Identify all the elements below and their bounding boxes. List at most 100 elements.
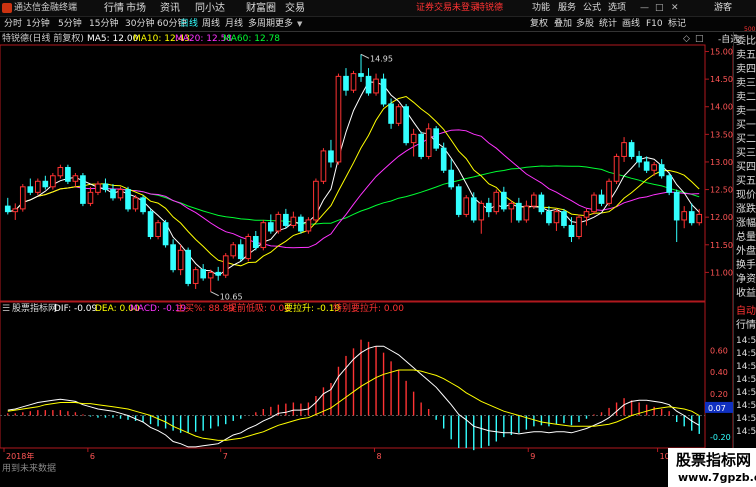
- candle-body[interactable]: [305, 219, 312, 232]
- candle-body[interactable]: [245, 236, 252, 260]
- candle-body[interactable]: [546, 211, 552, 224]
- candle-body[interactable]: [455, 186, 462, 215]
- sidebar-item[interactable]: 收益: [736, 288, 756, 299]
- candle-body[interactable]: [267, 222, 274, 232]
- candle-body[interactable]: [576, 216, 582, 238]
- close-icon[interactable]: ✕: [671, 3, 679, 14]
- sidebar-item[interactable]: 卖四: [736, 64, 756, 75]
- candle-body[interactable]: [591, 194, 597, 213]
- candle-body[interactable]: [19, 186, 26, 210]
- tool-button[interactable]: 多股: [576, 19, 594, 30]
- candle-body[interactable]: [298, 216, 304, 232]
- candle-body[interactable]: [207, 271, 214, 279]
- candle-body[interactable]: [561, 211, 567, 226]
- menu-item[interactable]: 公式: [583, 3, 601, 14]
- tab-period[interactable]: 多周期: [248, 19, 275, 30]
- candle-body[interactable]: [628, 142, 635, 157]
- candle-body[interactable]: [95, 183, 101, 193]
- settings-icon[interactable]: □: [695, 34, 704, 45]
- candle-body[interactable]: [27, 186, 34, 193]
- candle-body[interactable]: [440, 147, 447, 171]
- candle-body[interactable]: [410, 133, 417, 144]
- candle-body[interactable]: [260, 222, 267, 249]
- candle-body[interactable]: [230, 244, 237, 257]
- candle-body[interactable]: [621, 142, 627, 157]
- tool-button[interactable]: 画线: [622, 19, 640, 30]
- tab-period[interactable]: 更多: [275, 19, 293, 30]
- sidebar-item[interactable]: 涨跌: [736, 204, 756, 215]
- candle-body[interactable]: [170, 244, 176, 271]
- candle-body[interactable]: [673, 191, 680, 221]
- caret-down-icon[interactable]: ▼: [297, 19, 302, 30]
- menu-item[interactable]: 功能: [532, 3, 550, 14]
- candle-body[interactable]: [237, 244, 244, 260]
- candle-body[interactable]: [65, 166, 71, 182]
- candle-body[interactable]: [102, 183, 109, 191]
- login-alert[interactable]: 证券交易未登录: [416, 3, 479, 14]
- candle-body[interactable]: [583, 211, 590, 218]
- guest-label[interactable]: 游客: [714, 3, 732, 14]
- candle-body[interactable]: [538, 194, 545, 213]
- candle-body[interactable]: [132, 197, 139, 210]
- tab-period-active[interactable]: 日线: [180, 19, 198, 30]
- menu-item[interactable]: 市场: [126, 3, 146, 14]
- candle-body[interactable]: [598, 194, 605, 204]
- sidebar-item[interactable]: 总量: [736, 232, 756, 243]
- menu-item[interactable]: 财富圈: [246, 3, 276, 14]
- candle-body[interactable]: [162, 222, 169, 246]
- sidebar-item[interactable]: 卖一: [736, 106, 756, 117]
- candle-body[interactable]: [380, 78, 387, 105]
- menu-item[interactable]: 交易: [285, 3, 305, 14]
- candle-body[interactable]: [433, 128, 440, 149]
- candle-body[interactable]: [643, 161, 650, 171]
- candle-body[interactable]: [313, 180, 319, 221]
- candle-body[interactable]: [343, 75, 349, 91]
- candle-body[interactable]: [553, 211, 560, 224]
- sidebar-item[interactable]: 换手: [736, 260, 756, 271]
- candle-body[interactable]: [418, 133, 424, 157]
- candle-body[interactable]: [12, 208, 19, 213]
- candle-body[interactable]: [335, 75, 342, 163]
- candle-body[interactable]: [192, 269, 199, 284]
- candle-body[interactable]: [365, 75, 372, 94]
- candle-body[interactable]: [516, 202, 522, 221]
- expand-icon[interactable]: ◇: [683, 34, 690, 45]
- tool-button[interactable]: 叠加: [554, 19, 572, 30]
- candle-body[interactable]: [651, 164, 657, 171]
- minimize-icon[interactable]: —: [640, 3, 649, 14]
- candle-body[interactable]: [283, 213, 289, 226]
- tool-button[interactable]: 标记: [668, 19, 686, 30]
- sidebar-item[interactable]: 涨幅: [736, 218, 756, 229]
- candle-body[interactable]: [463, 197, 470, 215]
- candle-body[interactable]: [531, 194, 537, 207]
- sidebar-item[interactable]: 买一: [736, 120, 756, 131]
- sidebar-item[interactable]: 买四: [736, 162, 756, 173]
- candle-body[interactable]: [350, 73, 357, 91]
- candle-body[interactable]: [606, 180, 612, 204]
- candle-body[interactable]: [215, 271, 222, 276]
- tab-period[interactable]: 分时: [4, 19, 22, 30]
- candle-body[interactable]: [478, 202, 485, 221]
- menu-item[interactable]: 同小达: [195, 3, 225, 14]
- menu-item[interactable]: 资讯: [160, 3, 180, 14]
- maximize-icon[interactable]: □: [655, 3, 664, 14]
- candle-body[interactable]: [155, 222, 161, 237]
- candle-body[interactable]: [140, 197, 146, 213]
- sidebar-item[interactable]: 买五: [736, 176, 756, 187]
- candle-body[interactable]: [328, 150, 334, 163]
- candle-body[interactable]: [80, 175, 86, 204]
- candle-body[interactable]: [388, 103, 394, 124]
- sidebar-item[interactable]: 行情: [736, 320, 756, 331]
- candle-body[interactable]: [110, 189, 116, 199]
- tab-period[interactable]: 1分钟: [26, 19, 50, 30]
- candle-body[interactable]: [448, 169, 455, 188]
- candle-body[interactable]: [57, 166, 64, 177]
- candle-body[interactable]: [185, 249, 191, 284]
- menu-item[interactable]: 行情: [104, 3, 124, 14]
- candle-body[interactable]: [72, 175, 79, 182]
- candle-body[interactable]: [613, 155, 620, 182]
- sidebar-item[interactable]: 净资: [736, 274, 756, 285]
- candle-body[interactable]: [177, 249, 184, 271]
- tool-button[interactable]: 统计: [599, 19, 617, 30]
- candle-body[interactable]: [681, 211, 688, 221]
